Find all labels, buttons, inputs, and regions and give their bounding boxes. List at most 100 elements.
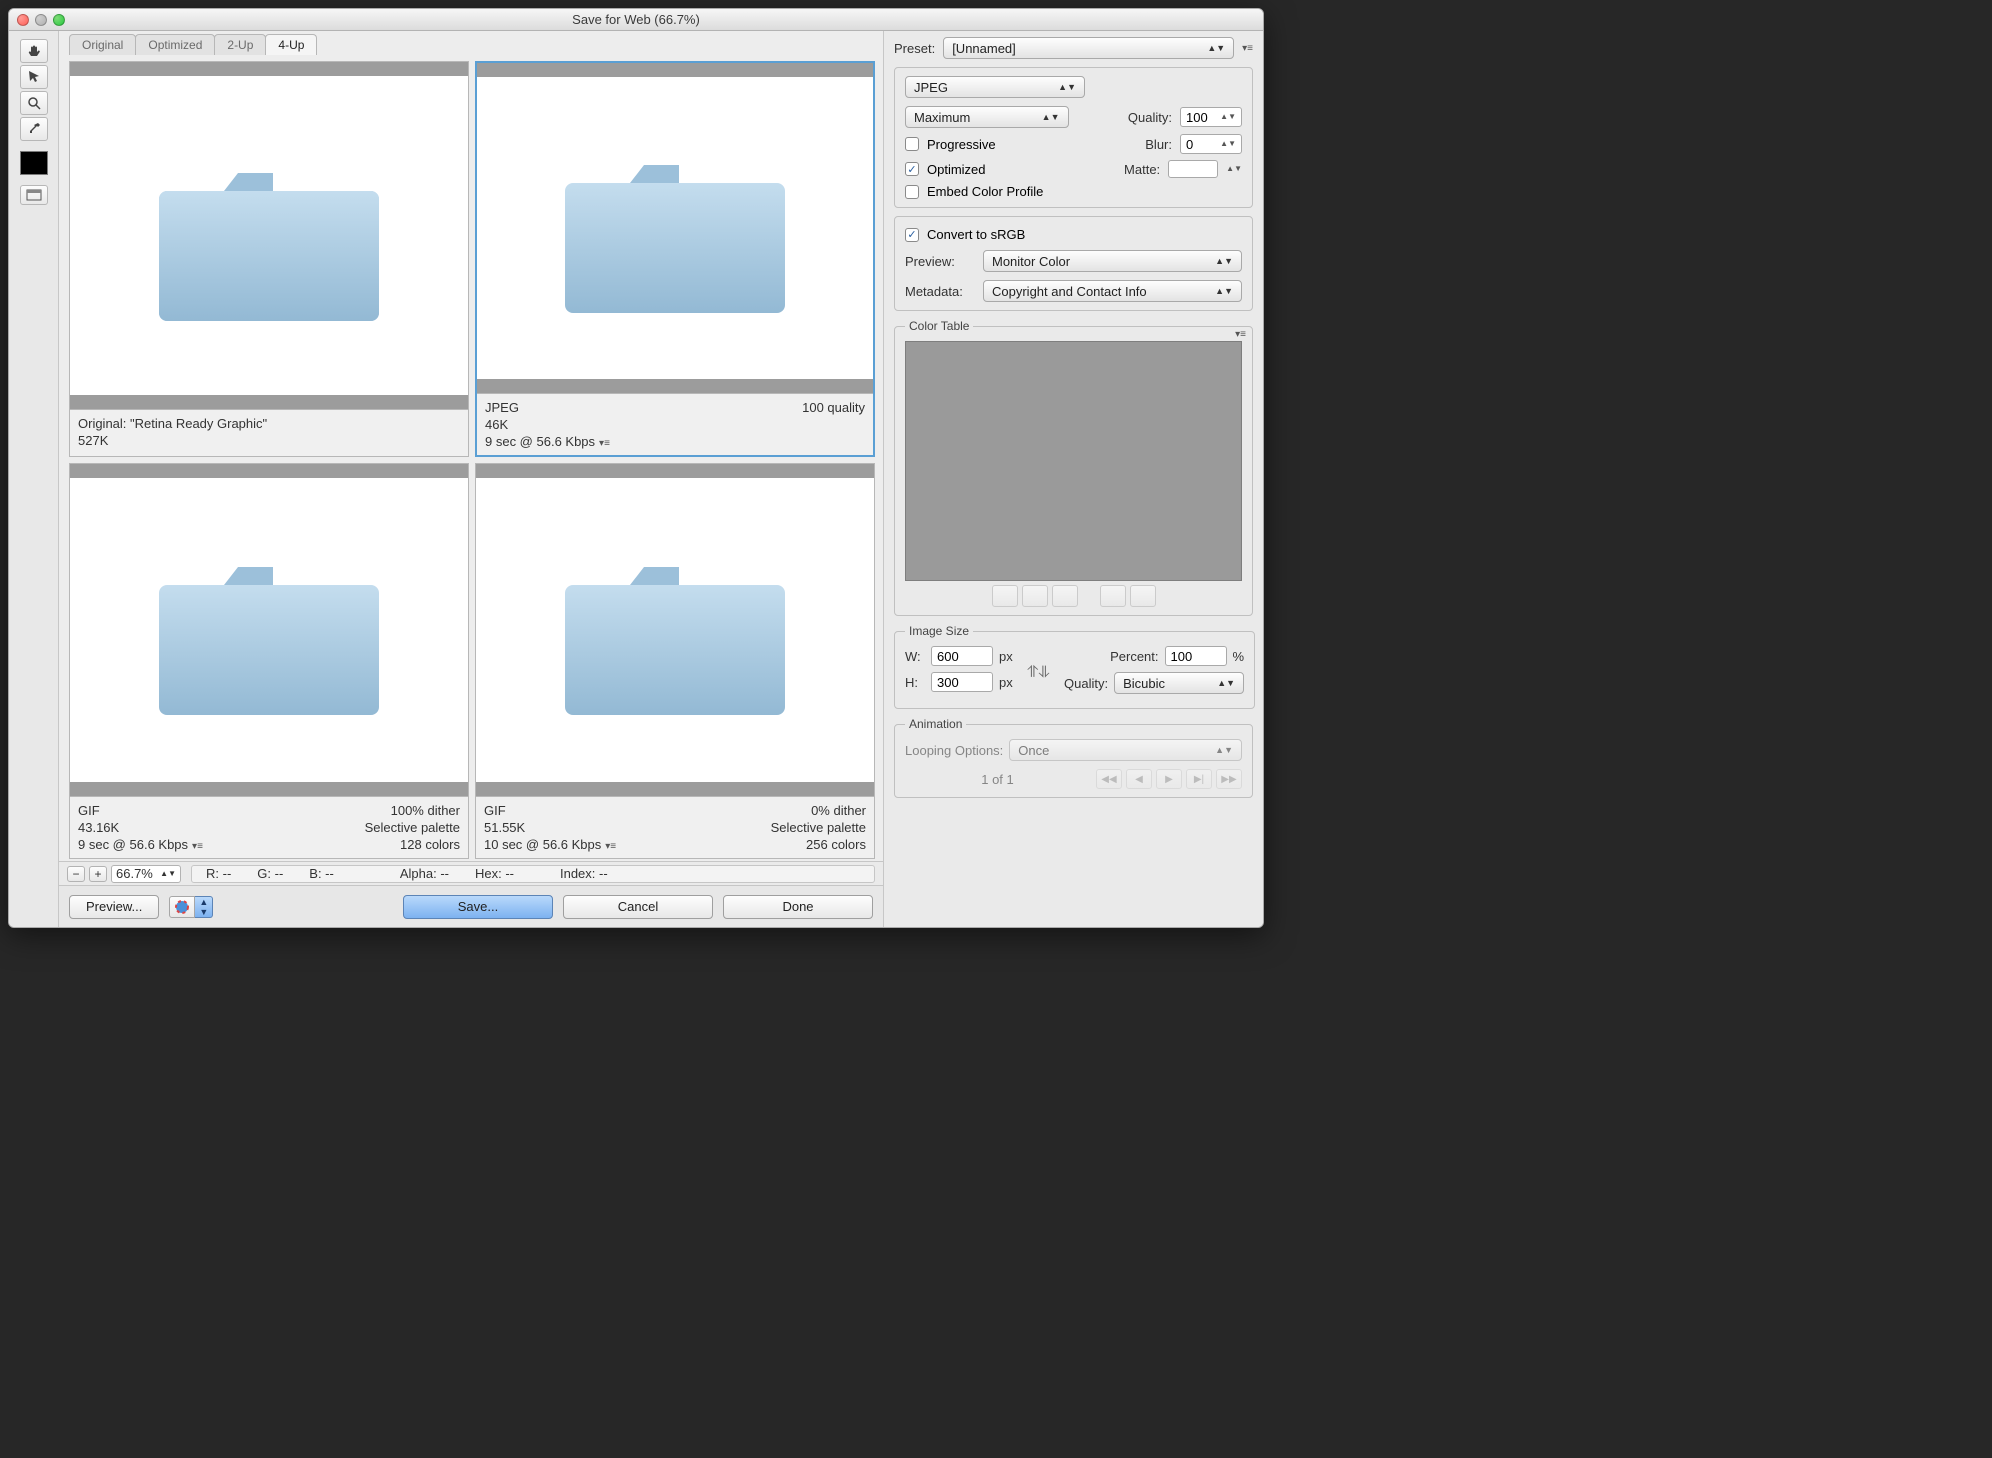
next-frame-button[interactable]: ▶| [1186, 769, 1212, 789]
eyedropper-color-swatch[interactable] [20, 151, 48, 175]
looping-label: Looping Options: [905, 743, 1003, 758]
slice-select-tool[interactable] [20, 65, 48, 89]
width-label: W: [905, 649, 925, 664]
footer: Preview... ▲▼ Save... Cancel Done [59, 885, 883, 927]
folder-icon [545, 128, 805, 328]
blur-label: Blur: [1145, 137, 1172, 152]
width-field[interactable]: 600 [931, 646, 993, 666]
folder-icon [139, 530, 399, 730]
select-arrows-icon: ▲▼ [1217, 680, 1235, 687]
eyedropper-tool[interactable] [20, 117, 48, 141]
pane-image[interactable] [476, 478, 874, 782]
resample-select[interactable]: Bicubic▲▼ [1114, 672, 1244, 694]
height-field[interactable]: 300 [931, 672, 993, 692]
index-value: Index: -- [560, 866, 608, 881]
ct-snap-web-button[interactable] [992, 585, 1018, 607]
animation-legend: Animation [905, 717, 966, 731]
flyout-menu-icon[interactable]: ▾≡ [1242, 43, 1253, 54]
tool-strip [9, 31, 59, 927]
image-size-group: Image Size W:600px H:300px ⥣⥥ Percent:10… [894, 624, 1255, 709]
blur-field[interactable]: 0▲▼ [1180, 134, 1242, 154]
color-table-canvas[interactable] [905, 341, 1242, 581]
pane-footer-bar [477, 379, 873, 393]
toggle-slices-visibility[interactable] [20, 185, 48, 205]
download-speed-menu-icon[interactable]: ▾≡ [192, 841, 203, 852]
optimized-checkbox[interactable]: Optimized [905, 162, 1069, 177]
tab-2up[interactable]: 2-Up [214, 34, 266, 55]
zoom-out-button[interactable]: − [67, 866, 85, 882]
color-table-group: Color Table ▾≡ [894, 319, 1253, 616]
zoom-tool[interactable] [20, 91, 48, 115]
ct-delete-color-button[interactable] [1130, 585, 1156, 607]
save-for-web-window: Save for Web (66.7%) Original Optimized … [8, 8, 1264, 928]
format-select[interactable]: JPEG▲▼ [905, 76, 1085, 98]
pane-image[interactable] [70, 76, 468, 395]
matte-label: Matte: [1124, 162, 1160, 177]
last-frame-button[interactable]: ▶▶ [1216, 769, 1242, 789]
quality-field[interactable]: 100▲▼ [1180, 107, 1242, 127]
stepper-icon[interactable]: ▲▼ [1220, 141, 1236, 147]
zoom-in-button[interactable]: + [89, 866, 107, 882]
chevron-down-icon[interactable]: ▲▼ [195, 896, 213, 918]
resample-quality-label: Quality: [1064, 676, 1108, 691]
pane-image[interactable] [477, 77, 873, 379]
link-icon[interactable]: ⥣⥥ [1027, 664, 1050, 682]
b-value: B: -- [309, 866, 334, 881]
stepper-icon[interactable]: ▲▼ [1220, 114, 1236, 120]
flyout-menu-icon[interactable]: ▾≡ [1235, 329, 1246, 340]
tab-4up[interactable]: 4-Up [265, 34, 317, 55]
status-bar: − + 66.7%▲▼ R: -- G: -- B: -- Alpha: -- … [59, 861, 883, 885]
cancel-button[interactable]: Cancel [563, 895, 713, 919]
metadata-select[interactable]: Copyright and Contact Info▲▼ [983, 280, 1242, 302]
progressive-checkbox[interactable]: Progressive [905, 137, 1069, 152]
preview-select[interactable]: Monitor Color▲▼ [983, 250, 1242, 272]
image-size-legend: Image Size [905, 624, 973, 638]
folder-icon [545, 530, 805, 730]
first-frame-button[interactable]: ◀◀ [1096, 769, 1122, 789]
pane-footer-bar [476, 782, 874, 796]
preview-label: Preview: [905, 254, 975, 269]
tab-optimized[interactable]: Optimized [135, 34, 215, 55]
percent-field[interactable]: 100 [1165, 646, 1227, 666]
download-speed-menu-icon[interactable]: ▾≡ [605, 841, 616, 852]
looping-select[interactable]: Once▲▼ [1009, 739, 1242, 761]
preview-pane-original[interactable]: Original: "Retina Ready Graphic" 527K [69, 61, 469, 457]
zoom-level-field[interactable]: 66.7%▲▼ [111, 865, 181, 883]
pane-size: 51.55K [484, 820, 675, 835]
play-button[interactable]: ▶ [1156, 769, 1182, 789]
matte-color-select[interactable] [1168, 160, 1218, 178]
browser-preview-selector[interactable]: ▲▼ [169, 896, 213, 918]
done-button[interactable]: Done [723, 895, 873, 919]
preset-select[interactable]: [Unnamed]▲▼ [943, 37, 1234, 59]
select-arrows-icon: ▲▼ [1215, 747, 1233, 754]
ct-map-transparent-button[interactable] [1052, 585, 1078, 607]
pane-format: GIF [78, 803, 269, 818]
checkbox-icon [905, 162, 919, 176]
pane-image[interactable] [70, 478, 468, 782]
view-tabs: Original Optimized 2-Up 4-Up [59, 31, 883, 55]
select-arrows-icon: ▲▼ [1042, 114, 1060, 121]
stepper-icon[interactable]: ▲▼ [1226, 166, 1242, 172]
checkbox-icon [905, 228, 919, 242]
preview-pane-gif-2[interactable]: GIF0% dither 51.55KSelective palette 10 … [475, 463, 875, 859]
preview-pane-jpeg[interactable]: JPEG100 quality 46K 9 sec @ 56.6 Kbps▾≡ [475, 61, 875, 457]
preview-button[interactable]: Preview... [69, 895, 159, 919]
preview-pane-gif-1[interactable]: GIF100% dither 43.16KSelective palette 9… [69, 463, 469, 859]
prev-frame-button[interactable]: ◀ [1126, 769, 1152, 789]
g-value: G: -- [257, 866, 283, 881]
convert-srgb-checkbox[interactable]: Convert to sRGB [905, 227, 1242, 242]
download-speed-menu-icon[interactable]: ▾≡ [599, 438, 610, 449]
quality-preset-select[interactable]: Maximum▲▼ [905, 106, 1069, 128]
color-convert-group: Convert to sRGB Preview:Monitor Color▲▼ … [894, 216, 1253, 311]
ct-new-color-button[interactable] [1100, 585, 1126, 607]
tab-original[interactable]: Original [69, 34, 136, 55]
ct-lock-button[interactable] [1022, 585, 1048, 607]
save-button[interactable]: Save... [403, 895, 553, 919]
embed-color-profile-checkbox[interactable]: Embed Color Profile [905, 184, 1242, 199]
browser-icon [169, 896, 195, 918]
pane-time: 9 sec @ 56.6 Kbps▾≡ [78, 837, 269, 852]
stepper-icon[interactable]: ▲▼ [160, 871, 176, 877]
quality-label: Quality: [1128, 110, 1172, 125]
color-table-legend: Color Table [905, 319, 973, 333]
hand-tool[interactable] [20, 39, 48, 63]
